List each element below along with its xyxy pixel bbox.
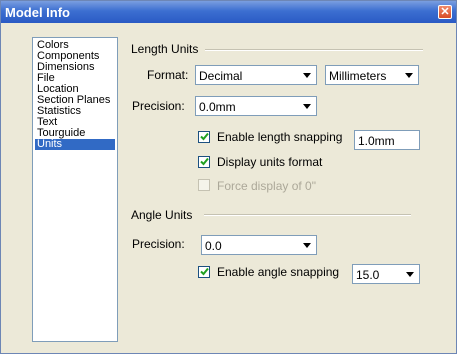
display-units-format-checkbox[interactable] — [198, 156, 210, 168]
unit-dropdown[interactable]: Millimeters — [325, 65, 419, 85]
close-button[interactable]: ✕ — [438, 5, 452, 19]
chevron-down-icon[interactable] — [299, 98, 315, 114]
model-info-window: Model Info ✕ Colors Components Dimension… — [0, 0, 457, 354]
angle-precision-dropdown[interactable]: 0.0 — [201, 235, 317, 255]
chevron-down-icon[interactable] — [299, 237, 315, 253]
list-item-units[interactable]: Units — [35, 139, 115, 150]
display-units-format-label: Display units format — [217, 155, 323, 169]
enable-length-snapping-label: Enable length snapping — [217, 130, 343, 144]
length-units-group-title: Length Units — [131, 42, 199, 56]
format-value: Decimal — [199, 69, 243, 83]
precision-label: Precision: — [132, 99, 185, 113]
chevron-down-icon[interactable] — [402, 266, 418, 282]
length-snapping-value: 1.0mm — [358, 134, 395, 148]
category-list[interactable]: Colors Components Dimensions File Locati… — [32, 37, 118, 342]
length-precision-value: 0.0mm — [199, 100, 236, 114]
angle-precision-label: Precision: — [132, 237, 185, 251]
close-icon: ✕ — [440, 6, 450, 18]
enable-angle-snapping-label: Enable angle snapping — [217, 265, 340, 279]
format-dropdown[interactable]: Decimal — [195, 65, 317, 85]
window-title: Model Info — [5, 5, 70, 20]
force-display-zero-label: Force display of 0" — [217, 179, 316, 193]
angle-units-group-title: Angle Units — [131, 208, 193, 222]
checkmark-icon — [200, 157, 209, 166]
enable-angle-snapping-checkbox[interactable] — [198, 266, 210, 278]
chevron-down-icon[interactable] — [299, 67, 315, 83]
angle-precision-value: 0.0 — [205, 239, 222, 253]
format-label: Format: — [147, 68, 189, 82]
chevron-down-icon[interactable] — [401, 67, 417, 83]
angle-snapping-value: 15.0 — [356, 268, 380, 282]
force-display-zero-checkbox — [198, 179, 210, 191]
checkmark-icon — [200, 132, 209, 141]
angle-snapping-dropdown[interactable]: 15.0 — [352, 264, 420, 284]
length-units-divider — [205, 49, 423, 51]
title-bar[interactable]: Model Info ✕ — [1, 1, 456, 23]
angle-units-divider — [204, 214, 411, 216]
length-snapping-input[interactable]: 1.0mm — [354, 130, 420, 150]
enable-length-snapping-checkbox[interactable] — [198, 131, 210, 143]
checkmark-icon — [200, 267, 209, 276]
length-precision-dropdown[interactable]: 0.0mm — [195, 96, 317, 116]
unit-value: Millimeters — [329, 69, 387, 83]
